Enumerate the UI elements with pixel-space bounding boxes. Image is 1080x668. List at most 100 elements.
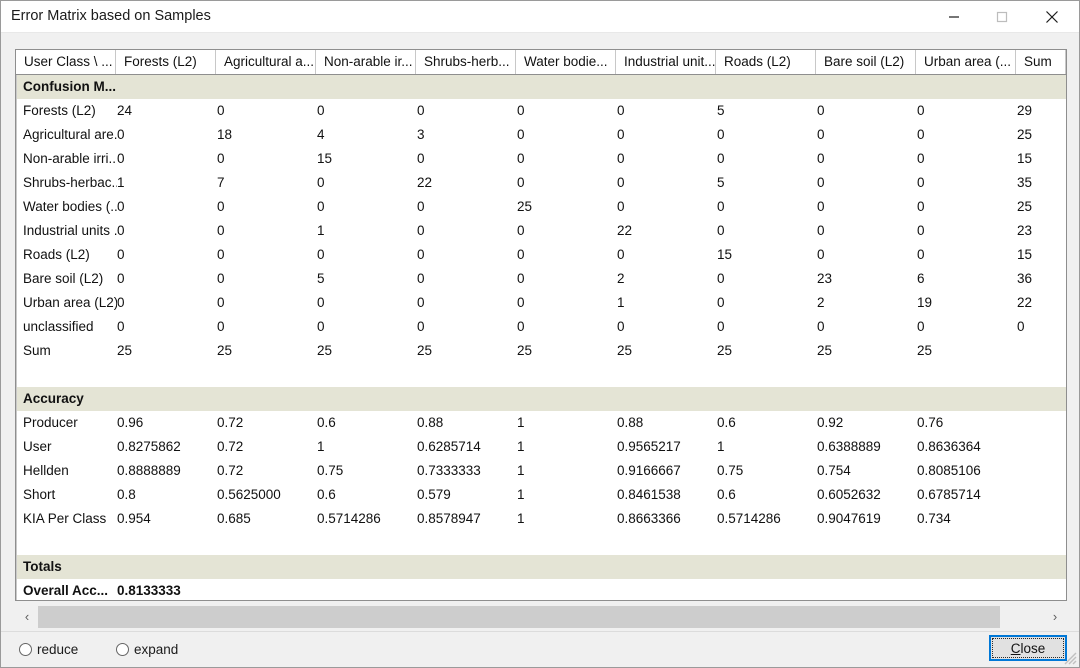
table-cell: 0.75 — [717, 463, 744, 478]
table-cell: 0.9565217 — [617, 439, 681, 454]
scrollbar-track[interactable] — [38, 606, 1044, 628]
table-cell: 0 — [617, 151, 625, 166]
column-header-10[interactable]: Sum — [1016, 50, 1066, 74]
scroll-right-arrow-icon[interactable]: › — [1044, 606, 1066, 628]
row-label: Overall Acc... — [23, 583, 109, 598]
section-header-row[interactable]: Confusion M... — [17, 75, 1066, 99]
table-cell: 0.6 — [717, 415, 736, 430]
table-row[interactable]: Roads (L2) 0 0 0 0 0 0 15 0 0 15 — [17, 243, 1066, 267]
table-cell: 0 — [117, 199, 125, 214]
table-row[interactable]: Shrubs-herbac... 1 7 0 22 0 0 5 0 0 35 — [17, 171, 1066, 195]
column-header-1[interactable]: Forests (L2) — [116, 50, 216, 74]
radio-expand[interactable]: expand — [116, 642, 178, 662]
table-cell: 25 — [917, 343, 933, 358]
table-cell: 1 — [317, 223, 325, 238]
table-row[interactable]: Sum 25 25 25 25 25 25 25 25 25 — [17, 339, 1066, 363]
table-row[interactable]: User 0.8275862 0.72 1 0.6285714 1 0.9565217 1 0.… — [17, 435, 1066, 459]
column-header-0[interactable]: User Class \ ... — [16, 50, 116, 74]
table-cell: 1 — [517, 511, 525, 526]
table-cell: 0.6388889 — [817, 439, 881, 454]
spacer-row — [17, 363, 1066, 387]
table-cell: 0.8133333 — [117, 583, 181, 598]
table-cell: 0 — [617, 199, 625, 214]
scrollbar-thumb[interactable] — [38, 606, 1000, 628]
minimize-button[interactable] — [931, 1, 977, 32]
column-header-9[interactable]: Urban area (... — [916, 50, 1016, 74]
column-header-7[interactable]: Roads (L2) — [716, 50, 816, 74]
table-cell: 25 — [817, 343, 833, 358]
table-row[interactable]: Short 0.8 0.5625000 0.6 0.579 1 0.8461538 0.6 0.… — [17, 483, 1066, 507]
table-cell: 0.6 — [317, 415, 336, 430]
table-cell: 0 — [317, 199, 325, 214]
table-row[interactable]: Hellden 0.8888889 0.72 0.75 0.7333333 1 0.9166… — [17, 459, 1066, 483]
maximize-button[interactable] — [979, 1, 1025, 32]
error-matrix-table[interactable]: User Class \ ... Forests (L2) Agricultural… — [15, 49, 1067, 601]
table-cell: 0 — [117, 223, 125, 238]
table-cell: 25 — [517, 343, 533, 358]
table-row[interactable]: Producer 0.96 0.72 0.6 0.88 1 0.88 0.6 0.92 0.76 — [17, 411, 1066, 435]
table-cell: 0 — [517, 223, 525, 238]
horizontal-scrollbar[interactable]: ‹ › — [16, 606, 1066, 628]
table-row[interactable]: Forests (L2) 24 0 0 0 0 0 5 0 0 29 — [17, 99, 1066, 123]
table-cell: 0 — [217, 271, 225, 286]
table-cell: 23 — [1017, 223, 1033, 238]
table-cell: 0 — [417, 223, 425, 238]
scroll-left-arrow-icon[interactable]: ‹ — [16, 606, 38, 628]
column-header-3[interactable]: Non-arable ir... — [316, 50, 416, 74]
table-cell: 0.8578947 — [417, 511, 481, 526]
section-header-row[interactable]: Totals — [17, 555, 1066, 579]
column-header-6[interactable]: Industrial unit... — [616, 50, 716, 74]
section-title: Totals — [23, 559, 62, 574]
radio-reduce[interactable]: reduce — [19, 642, 78, 662]
table-cell: 0 — [617, 319, 625, 334]
section-title: Confusion M... — [23, 79, 116, 94]
table-cell: 0 — [617, 247, 625, 262]
row-label: Non-arable irri... — [23, 151, 117, 166]
table-cell: 0 — [817, 223, 825, 238]
table-row[interactable]: KIA Per Class 0.954 0.685 0.5714286 0.857894… — [17, 507, 1066, 531]
table-cell: 0 — [517, 127, 525, 142]
table-cell: 25 — [517, 199, 533, 214]
row-label: KIA Per Class — [23, 511, 107, 526]
table-cell: 3 — [417, 127, 425, 142]
table-cell: 0 — [217, 223, 225, 238]
table-row[interactable]: Bare soil (L2) 0 0 5 0 0 2 0 23 6 36 — [17, 267, 1066, 291]
table-cell: 0 — [217, 199, 225, 214]
column-header-4[interactable]: Shrubs-herb... — [416, 50, 516, 74]
section-header-row[interactable]: Accuracy — [17, 387, 1066, 411]
table-cell: 0 — [417, 271, 425, 286]
table-cell: 0.8 — [117, 487, 136, 502]
table-cell: 0 — [917, 199, 925, 214]
radio-circle-icon — [19, 643, 32, 656]
table-cell: 0.8085106 — [917, 463, 981, 478]
table-cell: 1 — [317, 439, 325, 454]
table-cell: 0 — [517, 295, 525, 310]
table-row[interactable]: Urban area (L2) 0 0 0 0 0 1 0 2 19 22 — [17, 291, 1066, 315]
radio-reduce-label: reduce — [37, 642, 79, 657]
table-row[interactable]: Industrial units ... 0 0 1 0 0 22 0 0 0 23 — [17, 219, 1066, 243]
table-cell: 0 — [417, 199, 425, 214]
close-window-button[interactable] — [1029, 1, 1075, 32]
table-cell: 0 — [617, 127, 625, 142]
column-header-5[interactable]: Water bodie... — [516, 50, 616, 74]
table-cell: 0 — [1017, 319, 1025, 334]
table-row[interactable]: Overall Acc... 0.8133333 — [17, 579, 1066, 600]
table-row[interactable]: Agricultural are... 0 18 4 3 0 0 0 0 0 25 — [17, 123, 1066, 147]
table-row[interactable]: Water bodies (... 0 0 0 0 25 0 0 0 0 25 — [17, 195, 1066, 219]
table-cell: 5 — [717, 175, 725, 190]
resize-grip-icon[interactable] — [1061, 649, 1077, 665]
row-label: Producer — [23, 415, 78, 430]
table-row[interactable]: unclassified 0 0 0 0 0 0 0 0 0 0 — [17, 315, 1066, 339]
table-cell: 0 — [917, 103, 925, 118]
column-header-2[interactable]: Agricultural a... — [216, 50, 316, 74]
table-cell: 22 — [1017, 295, 1033, 310]
close-button[interactable]: Close — [989, 635, 1067, 661]
table-cell: 0.6052632 — [817, 487, 881, 502]
table-cell: 25 — [317, 343, 333, 358]
column-header-8[interactable]: Bare soil (L2) — [816, 50, 916, 74]
table-cell: 0 — [717, 295, 725, 310]
table-cell: 0.72 — [217, 463, 244, 478]
table-cell: 0 — [317, 175, 325, 190]
row-label: User — [23, 439, 52, 454]
table-row[interactable]: Non-arable irri... 0 0 15 0 0 0 0 0 0 15 — [17, 147, 1066, 171]
